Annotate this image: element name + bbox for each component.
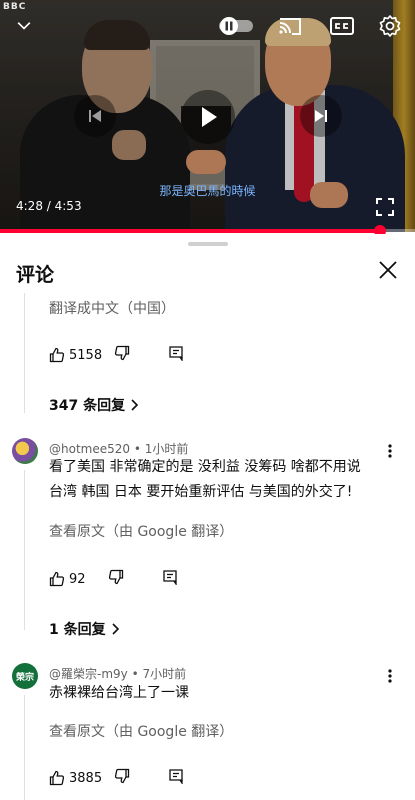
reply-button[interactable] — [168, 768, 184, 788]
view-replies-link[interactable]: 347 条回复 — [49, 395, 139, 415]
dislike-button[interactable] — [108, 569, 124, 589]
current-time: 4:28 — [16, 199, 43, 213]
comment-actions: 3885 — [49, 768, 184, 788]
reply-button[interactable] — [168, 345, 184, 365]
translate-link[interactable]: 查看原文（由 Google 翻译） — [49, 721, 233, 741]
comment-text-line: 台湾 韩国 日本 要开始重新评估 与美国的外交了! — [49, 484, 353, 500]
total-duration: 4:53 — [54, 199, 82, 213]
fullscreen-icon[interactable] — [374, 196, 396, 218]
comment-text: 赤裸裸给台湾上了一课 — [49, 685, 189, 701]
comment-time: 1小时前 — [144, 442, 189, 456]
comments-panel: 评论 翻译成中文（中国） 5158 347 条回复 @hotmee520 • 1… — [0, 234, 415, 800]
close-icon[interactable] — [378, 260, 402, 284]
like-button[interactable]: 92 — [49, 571, 86, 587]
avatar[interactable]: 榮宗 — [12, 663, 38, 689]
reply-thread-line — [24, 293, 25, 413]
chevron-right-icon — [131, 399, 139, 411]
reply-button[interactable] — [162, 569, 178, 589]
comment-actions: 92 — [49, 569, 178, 589]
meta-separator: • — [127, 667, 143, 681]
dislike-button[interactable] — [114, 768, 130, 788]
captions-icon[interactable] — [328, 14, 356, 38]
app-root: BBC 那是奧巴馬的時候 4:28 / 4:53 评论 翻译成中文（中国） 51… — [0, 0, 415, 800]
settings-gear-icon[interactable] — [376, 12, 404, 40]
play-icon[interactable] — [181, 90, 235, 144]
comment-meta: @羅榮宗-m9y • 7小时前 — [49, 665, 186, 682]
thumbs-up-icon — [49, 770, 65, 786]
minimize-chevron-icon[interactable] — [12, 14, 36, 38]
meta-separator: • — [130, 442, 145, 456]
reply-thread-line — [24, 470, 25, 630]
comment-time: 7小时前 — [142, 667, 187, 681]
like-button[interactable]: 5158 — [49, 347, 102, 363]
time-separator: / — [42, 199, 55, 213]
like-button[interactable]: 3885 — [49, 770, 102, 786]
next-video-icon[interactable] — [300, 95, 342, 137]
thumbs-up-icon — [49, 347, 65, 363]
channel-logo: BBC — [3, 2, 27, 12]
view-replies-link[interactable]: 1 条回复 — [49, 619, 120, 639]
thumbs-down-icon — [115, 768, 130, 784]
reply-icon — [169, 769, 183, 786]
more-options-icon[interactable] — [382, 666, 398, 686]
like-count: 3885 — [69, 770, 103, 786]
reply-thread-line — [24, 695, 25, 800]
comment-text: 看了美国 非常确定的是 没利益 没筹码 啥都不用说 台湾 韩国 日本 要开始重新… — [49, 455, 361, 505]
time-display: 4:28 / 4:53 — [16, 199, 82, 213]
video-player[interactable]: BBC 那是奧巴馬的時候 4:28 / 4:53 — [0, 0, 415, 232]
drag-handle[interactable] — [188, 242, 228, 246]
reply-icon — [162, 570, 177, 587]
previous-video-icon[interactable] — [74, 95, 116, 137]
comment-text-line: 看了美国 非常确定的是 没利益 没筹码 啥都不用说 — [49, 459, 361, 475]
chevron-right-icon — [112, 623, 119, 635]
reply-icon — [169, 346, 183, 363]
progress-bar[interactable] — [0, 229, 415, 233]
progress-bar-fill — [0, 229, 380, 233]
comment-author[interactable]: @hotmee520 — [49, 442, 130, 456]
comment-actions: 5158 — [49, 345, 184, 365]
cast-icon[interactable] — [276, 14, 304, 38]
video-subtitle: 那是奧巴馬的時候 — [159, 184, 256, 198]
like-count: 5158 — [69, 347, 103, 363]
translate-link[interactable]: 查看原文（由 Google 翻译） — [49, 521, 233, 541]
thumbs-down-icon — [108, 569, 123, 585]
replies-count: 347 条回复 — [49, 398, 126, 414]
more-options-icon[interactable] — [382, 441, 398, 461]
avatar[interactable] — [12, 438, 38, 464]
thumbs-down-icon — [115, 345, 130, 361]
translate-link[interactable]: 翻译成中文（中国） — [49, 298, 175, 318]
autoplay-toggle[interactable] — [217, 14, 255, 38]
comment-author[interactable]: @羅榮宗-m9y — [49, 667, 128, 681]
thumbs-up-icon — [49, 571, 65, 587]
like-count: 92 — [69, 571, 86, 587]
dislike-button[interactable] — [114, 345, 130, 365]
replies-count: 1 条回复 — [49, 622, 106, 638]
comments-title: 评论 — [16, 264, 55, 286]
